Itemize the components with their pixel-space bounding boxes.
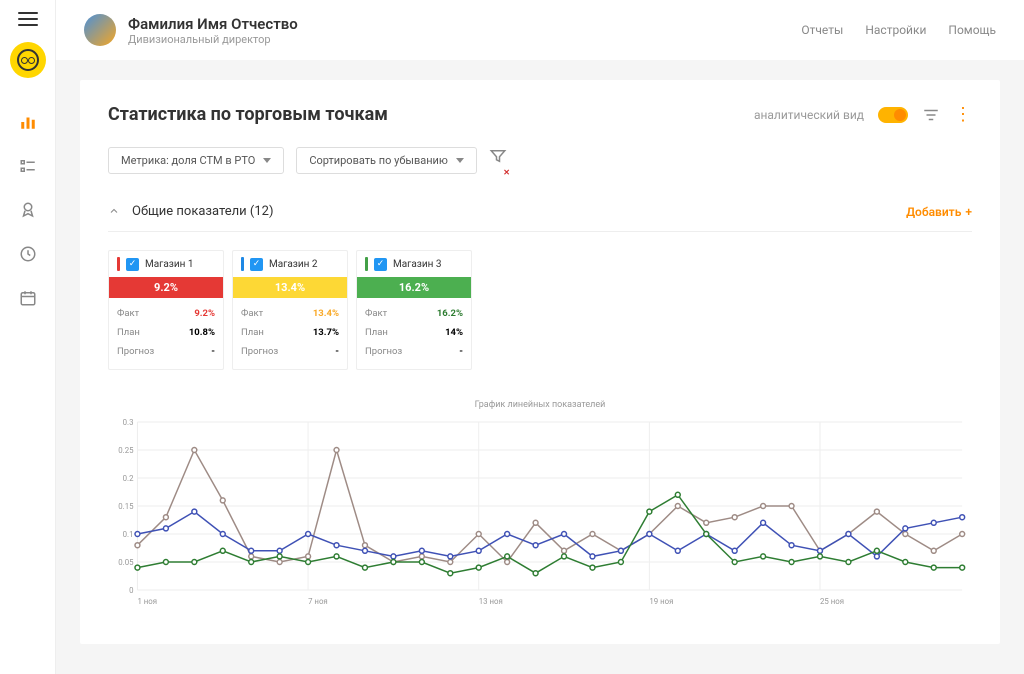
row-plan-value: 14% xyxy=(445,327,463,338)
row-plan-value: 13.7% xyxy=(313,327,339,338)
row-forecast-label: Прогноз xyxy=(365,346,402,357)
user-name: Фамилия Имя Отчество xyxy=(128,15,298,33)
store-band: 13.4% xyxy=(233,277,347,298)
analytical-toggle[interactable] xyxy=(878,107,908,123)
user-avatar[interactable] xyxy=(84,14,116,46)
nav-badge-icon[interactable] xyxy=(14,196,42,224)
line-chart: 0 0.05 0.1 0.15 0.2 0.25 0.3 1 ноя 7 ноя 13 ноя 19… xyxy=(108,416,972,616)
nav-help[interactable]: Помощь xyxy=(948,23,996,37)
row-fact-label: Факт xyxy=(365,308,387,319)
row-fact-value: 16.2% xyxy=(437,308,463,319)
section-title: Общие показатели (12) xyxy=(132,204,273,219)
row-forecast-label: Прогноз xyxy=(117,346,154,357)
row-forecast-label: Прогноз xyxy=(241,346,278,357)
svg-text:0.3: 0.3 xyxy=(123,418,134,427)
row-fact-label: Факт xyxy=(117,308,139,319)
store-card: ✓ Магазин 3 16.2% Факт 16.2% План 14% Прог… xyxy=(356,250,472,370)
nav-list-icon[interactable] xyxy=(14,152,42,180)
plus-icon: + xyxy=(965,205,972,219)
svg-text:13 ноя: 13 ноя xyxy=(479,597,503,606)
svg-text:0.1: 0.1 xyxy=(123,530,134,539)
nav-reports[interactable]: Отчеты xyxy=(801,23,843,37)
store-card: ✓ Магазин 2 13.4% Факт 13.4% План 13.7% Пр… xyxy=(232,250,348,370)
sort-icon[interactable] xyxy=(922,106,940,124)
svg-text:1 ноя: 1 ноя xyxy=(137,597,157,606)
app-logo[interactable] xyxy=(10,42,46,78)
row-plan-label: План xyxy=(365,327,388,338)
row-forecast-value: - xyxy=(335,346,339,357)
page-title: Статистика по торговым точкам xyxy=(108,104,388,125)
metric-label: Метрика: доля СТМ в РТО xyxy=(121,154,255,167)
store-band: 9.2% xyxy=(109,277,223,298)
store-name: Магазин 1 xyxy=(145,259,194,270)
more-icon[interactable]: ⋮ xyxy=(954,106,972,124)
nav-history-icon[interactable] xyxy=(14,240,42,268)
stores-grid: ✓ Магазин 1 9.2% Факт 9.2% План 10.8% Прог… xyxy=(108,250,972,370)
store-checkbox[interactable]: ✓ xyxy=(250,258,263,271)
row-plan-value: 10.8% xyxy=(189,327,215,338)
store-checkbox[interactable]: ✓ xyxy=(374,258,387,271)
add-label: Добавить xyxy=(906,205,961,219)
nav-calendar-icon[interactable] xyxy=(14,284,42,312)
store-name: Магазин 3 xyxy=(393,259,442,270)
store-checkbox[interactable]: ✓ xyxy=(126,258,139,271)
row-plan-label: План xyxy=(117,327,140,338)
store-card: ✓ Магазин 1 9.2% Факт 9.2% План 10.8% Прог… xyxy=(108,250,224,370)
chart-title: График линейных показателей xyxy=(108,400,972,410)
row-forecast-value: - xyxy=(211,346,215,357)
chevron-down-icon xyxy=(456,158,464,163)
topbar: Фамилия Имя Отчество Дивизиональный дире… xyxy=(56,0,1024,60)
svg-text:19 ноя: 19 ноя xyxy=(649,597,673,606)
svg-text:25 ноя: 25 ноя xyxy=(820,597,844,606)
user-role: Дивизиональный директор xyxy=(128,33,298,46)
row-fact-value: 13.4% xyxy=(313,308,339,319)
store-band: 16.2% xyxy=(357,277,471,298)
svg-text:0.05: 0.05 xyxy=(118,558,134,567)
row-plan-label: План xyxy=(241,327,264,338)
menu-toggle-icon[interactable] xyxy=(18,12,38,26)
chevron-down-icon xyxy=(263,158,271,163)
row-forecast-value: - xyxy=(459,346,463,357)
row-fact-label: Факт xyxy=(241,308,263,319)
nav-stats-icon[interactable] xyxy=(14,108,42,136)
svg-text:0.15: 0.15 xyxy=(118,502,134,511)
sidebar xyxy=(0,0,56,674)
store-name: Магазин 2 xyxy=(269,259,318,270)
row-fact-value: 9.2% xyxy=(194,308,215,319)
store-marker xyxy=(117,257,120,271)
sort-dropdown[interactable]: Сортировать по убыванию xyxy=(296,147,477,174)
svg-text:7 ноя: 7 ноя xyxy=(308,597,328,606)
analytical-label: аналитический вид xyxy=(754,108,864,122)
collapse-icon[interactable] xyxy=(108,202,120,221)
metric-dropdown[interactable]: Метрика: доля СТМ в РТО xyxy=(108,147,284,174)
svg-text:0: 0 xyxy=(129,586,133,595)
sort-label: Сортировать по убыванию xyxy=(309,154,448,167)
store-marker xyxy=(365,257,368,271)
svg-text:0.2: 0.2 xyxy=(123,474,134,483)
filter-clear-icon[interactable] xyxy=(489,147,507,174)
nav-settings[interactable]: Настройки xyxy=(865,23,926,37)
add-button[interactable]: Добавить + xyxy=(906,205,972,219)
store-marker xyxy=(241,257,244,271)
svg-text:0.25: 0.25 xyxy=(118,446,134,455)
